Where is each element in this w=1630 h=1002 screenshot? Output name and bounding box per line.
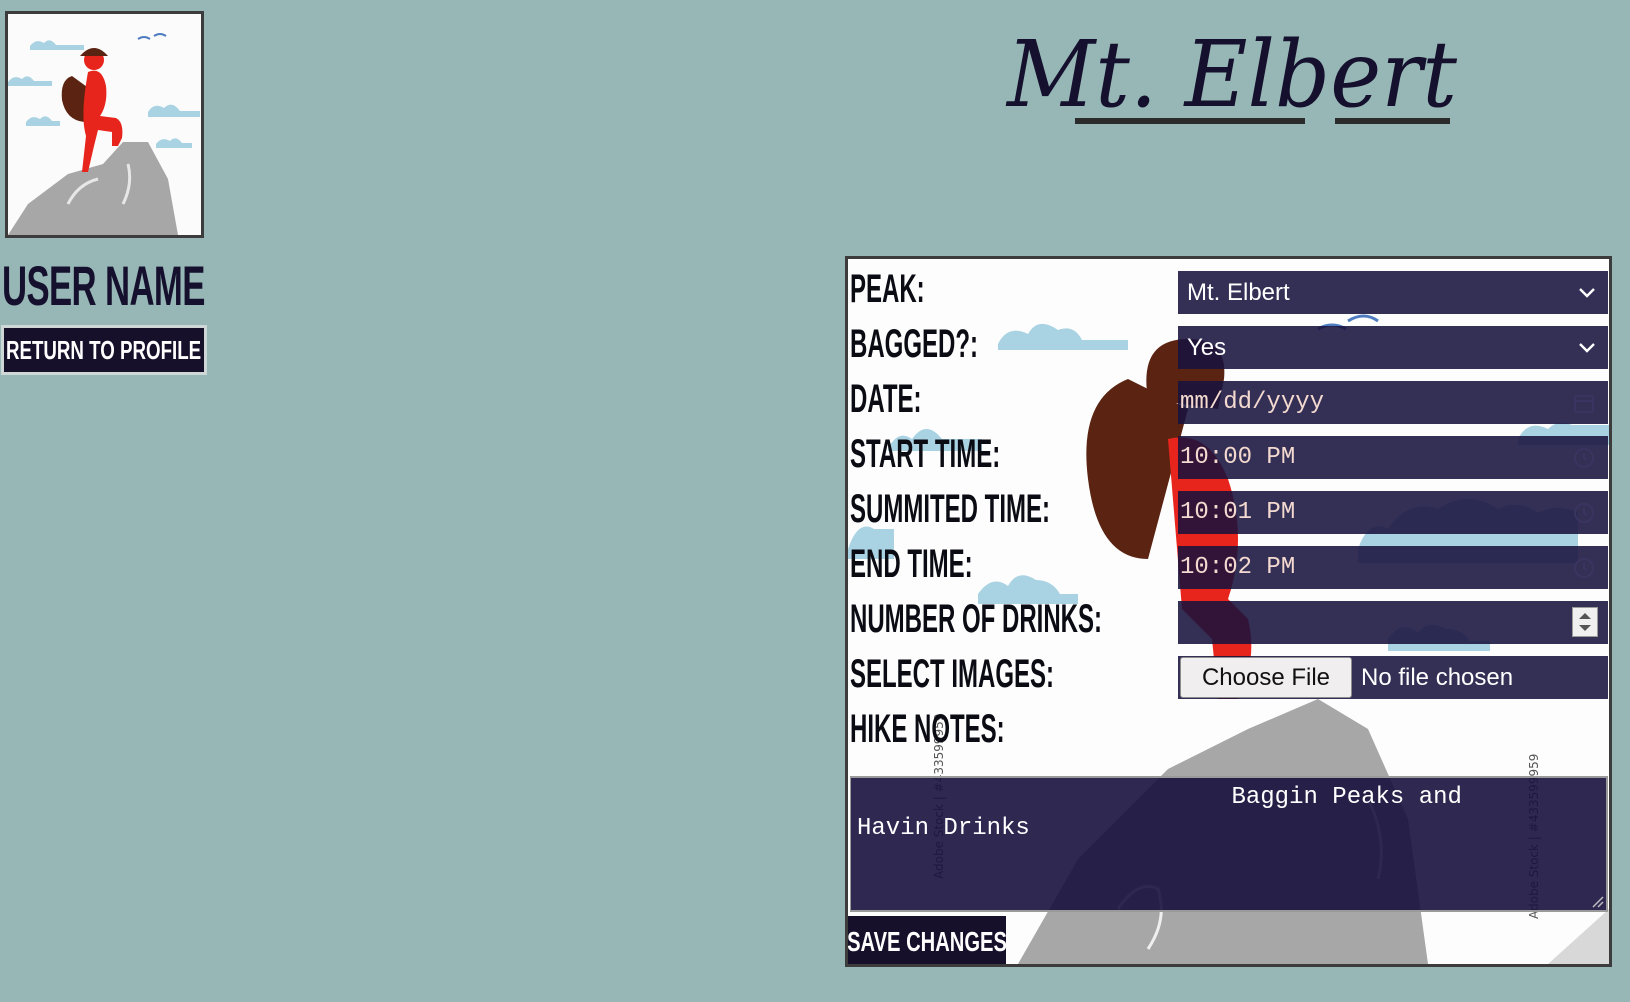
number-of-drinks-input[interactable] [1178, 601, 1608, 644]
label-summited-time: SUMMITED TIME: [850, 487, 1050, 531]
end-time-input[interactable]: 10:02 PM [1178, 546, 1608, 589]
label-peak: PEAK: [850, 267, 925, 311]
date-input-placeholder: mm/dd/yyyy [1180, 389, 1325, 416]
hike-form: Adobe Stock | #433599959 Adobe Stock | #… [845, 256, 1612, 967]
stepper-arrows-icon [1579, 613, 1591, 631]
return-to-profile-button[interactable]: RETURN TO PROFILE [1, 325, 207, 375]
calendar-icon[interactable] [1572, 391, 1596, 415]
drinks-stepper[interactable] [1572, 607, 1598, 637]
end-time-value: 10:02 PM [1180, 554, 1296, 581]
peak-title: Mt. Elbert [1005, 21, 1458, 128]
hike-notes-text: Baggin Peaks and Havin Drinks [857, 784, 1462, 842]
clock-icon[interactable] [1572, 446, 1596, 470]
chevron-down-icon [1579, 343, 1595, 353]
save-changes-label: SAVE CHANGES [847, 925, 1007, 957]
label-select-images: SELECT IMAGES: [850, 652, 1055, 696]
file-status: No file chosen [1361, 664, 1514, 691]
save-changes-button[interactable]: SAVE CHANGES [847, 916, 1007, 964]
user-name: USER NAME [2, 254, 205, 317]
start-time-value: 10:00 PM [1180, 444, 1296, 471]
bagged-select-value: Yes [1187, 333, 1227, 361]
summited-time-input[interactable]: 10:01 PM [1178, 491, 1608, 534]
label-hike-notes: HIKE NOTES: [850, 707, 1005, 751]
start-time-input[interactable]: 10:00 PM [1178, 436, 1608, 479]
hiker-illustration [8, 14, 201, 235]
date-input[interactable]: mm/dd/yyyy [1178, 381, 1608, 424]
label-number-of-drinks: NUMBER OF DRINKS: [850, 597, 1102, 641]
resize-handle-icon[interactable] [1590, 894, 1604, 908]
select-images-input[interactable]: Choose File No file chosen [1178, 656, 1608, 699]
label-date: DATE: [850, 377, 922, 421]
chevron-down-icon [1579, 288, 1595, 298]
peak-title-text: Mt. Elbert [1005, 21, 1458, 128]
bagged-select[interactable]: Yes [1178, 326, 1608, 369]
clock-icon[interactable] [1572, 556, 1596, 580]
label-end-time: END TIME: [850, 542, 973, 586]
return-to-profile-label: RETURN TO PROFILE [6, 334, 202, 365]
peak-select-value: Mt. Elbert [1187, 278, 1290, 306]
choose-file-button[interactable]: Choose File [1180, 657, 1352, 698]
clock-icon[interactable] [1572, 501, 1596, 525]
hike-notes-textarea[interactable]: Baggin Peaks and Havin Drinks [850, 776, 1608, 912]
label-bagged: BAGGED?: [850, 322, 978, 366]
summited-time-value: 10:01 PM [1180, 499, 1296, 526]
peak-select[interactable]: Mt. Elbert [1178, 271, 1608, 314]
label-start-time: START TIME: [850, 432, 1001, 476]
profile-avatar [5, 11, 204, 238]
